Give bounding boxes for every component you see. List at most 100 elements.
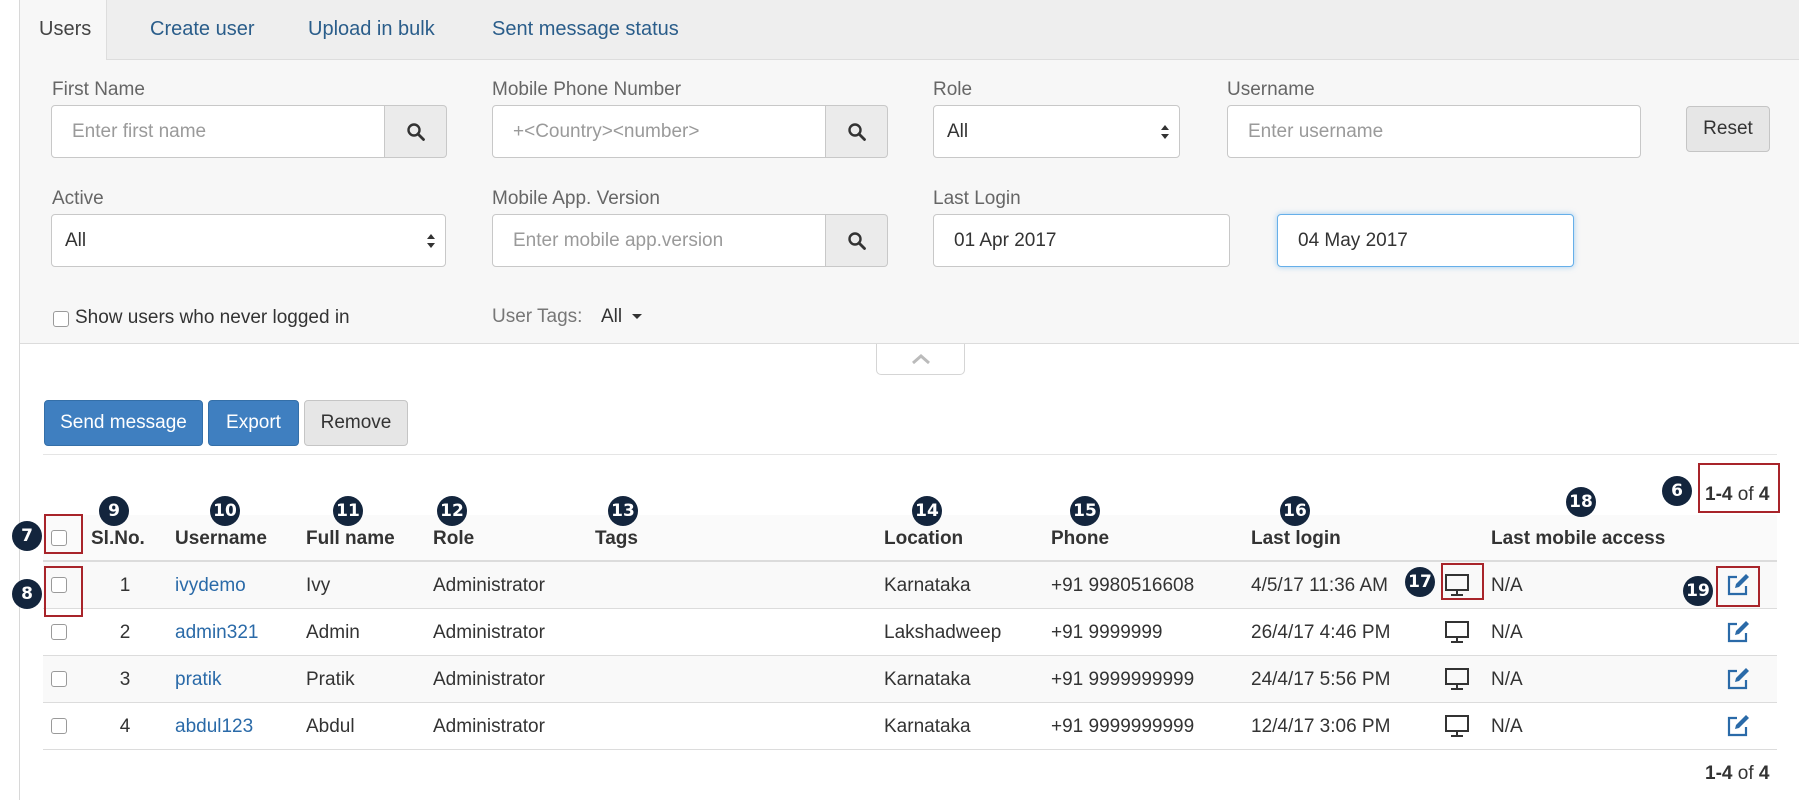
pagination-range: 1-4 [1705,763,1733,784]
col-last-login[interactable]: Last login [1251,528,1341,550]
row-sl-no: 2 [119,622,131,643]
row-last-login: 26/4/17 4:46 PM [1251,622,1391,643]
row-location: Karnataka [884,575,971,596]
row-phone: +91 9980516608 [1051,575,1195,596]
last-login-to-date[interactable]: 04 May 2017 [1277,214,1574,267]
row-last-mobile-access: N/A [1491,575,1523,596]
callout-highlight-row-checkbox [44,566,83,617]
callout-badge: 6 [1662,476,1692,506]
last-login-label: Last Login [933,188,1021,209]
remove-button[interactable]: Remove [304,400,408,446]
row-role: Administrator [433,716,545,737]
table-row: 2 admin321 Admin Administrator Lakshadwe… [43,609,1777,656]
edit-icon[interactable] [1725,619,1751,645]
active-select[interactable]: All [51,214,446,267]
row-location: Karnataka [884,716,971,737]
first-name-search-button[interactable] [385,105,447,158]
caret-down-icon [632,313,643,319]
desktop-monitor-icon [1445,668,1469,690]
last-login-from-date[interactable]: 01 Apr 2017 [933,214,1230,267]
tab-upload-in-bulk[interactable]: Upload in bulk [308,0,435,60]
active-select-value: All [65,230,87,251]
row-location: Karnataka [884,669,971,690]
row-username-link[interactable]: abdul123 [175,716,253,738]
row-username-link[interactable]: ivydemo [175,575,246,597]
role-select[interactable]: All [933,105,1180,158]
row-checkbox[interactable] [51,624,67,640]
table-row: 1 ivydemo Ivy Administrator Karnataka +9… [43,562,1777,609]
never-logged-in-checkbox[interactable] [53,311,69,327]
mobile-phone-search-button[interactable] [826,105,888,158]
search-icon [847,231,866,250]
pagination-of: of [1737,763,1754,784]
row-full-name: Ivy [306,575,331,596]
col-username[interactable]: Username [175,528,267,550]
col-full-name[interactable]: Full name [306,528,395,550]
chevron-up-icon [911,354,930,365]
callout-badge: 12 [437,496,467,526]
col-sl-no: Sl.No. [91,528,145,549]
row-last-login: 24/4/17 5:56 PM [1251,669,1391,690]
row-full-name: Abdul [306,716,355,737]
never-logged-in-label: Show users who never logged in [75,307,350,328]
row-username-link[interactable]: pratik [175,669,221,691]
col-last-mobile-access[interactable]: Last mobile access [1491,528,1665,550]
callout-badge: 10 [210,496,240,526]
user-tags-dropdown[interactable]: All [601,306,643,328]
row-last-mobile-access: N/A [1491,716,1523,737]
desktop-monitor-icon [1445,715,1469,737]
active-label: Active [52,188,104,209]
row-last-login: 4/5/17 11:36 AM [1251,575,1388,596]
reset-button[interactable]: Reset [1686,106,1770,152]
col-tags: Tags [595,528,638,549]
row-checkbox[interactable] [51,671,67,687]
mobile-app-version-input[interactable]: Enter mobile app.version [492,214,826,267]
callout-badge: 19 [1683,576,1713,606]
edit-icon[interactable] [1725,666,1751,692]
callout-badge: 13 [608,496,638,526]
callout-badge: 9 [99,496,129,526]
first-name-input[interactable]: Enter first name [51,105,385,158]
callout-badge: 14 [912,496,942,526]
row-last-login: 12/4/17 3:06 PM [1251,716,1391,737]
first-name-label: First Name [52,79,145,100]
divider [43,454,1777,455]
mobile-phone-input[interactable]: +<Country><number> [492,105,826,158]
row-role: Administrator [433,622,545,643]
edit-icon[interactable] [1725,713,1751,739]
export-button[interactable]: Export [208,400,299,446]
user-tags-value: All [601,306,623,327]
callout-highlight-edit [1716,566,1760,607]
table-row: 4 abdul123 Abdul Administrator Karnataka… [43,703,1777,750]
tab-users[interactable]: Users [20,0,107,61]
pagination-bottom: 1-4 of 4 [1705,763,1769,785]
callout-badge: 18 [1566,487,1596,517]
filter-panel: First Name Enter first name Mobile Phone… [20,60,1799,344]
username-input[interactable]: Enter username [1227,105,1641,158]
tab-sent-message-status[interactable]: Sent message status [492,0,679,60]
col-phone[interactable]: Phone [1051,528,1109,550]
row-role: Administrator [433,575,545,596]
callout-badge: 15 [1070,496,1100,526]
row-username-link[interactable]: admin321 [175,622,258,644]
col-location[interactable]: Location [884,528,963,550]
select-arrows-icon [1161,125,1169,139]
tab-create-user[interactable]: Create user [150,0,255,60]
callout-badge: 8 [12,579,42,609]
row-role: Administrator [433,669,545,690]
row-sl-no: 1 [119,575,131,596]
row-full-name: Admin [306,622,360,643]
user-management-page: Users Create user Upload in bulk Sent me… [0,0,1799,800]
row-phone: +91 9999999999 [1051,669,1195,690]
row-sl-no: 3 [119,669,131,690]
username-label: Username [1227,79,1315,100]
collapse-filters-button[interactable] [876,344,965,375]
callout-highlight-login-source [1441,563,1484,600]
mobile-app-version-search-button[interactable] [826,214,888,267]
row-checkbox[interactable] [51,718,67,734]
col-role[interactable]: Role [433,528,474,550]
callout-badge: 16 [1280,496,1310,526]
user-tags-label: User Tags: [492,306,583,327]
send-message-button[interactable]: Send message [44,400,203,446]
search-icon [406,122,425,141]
